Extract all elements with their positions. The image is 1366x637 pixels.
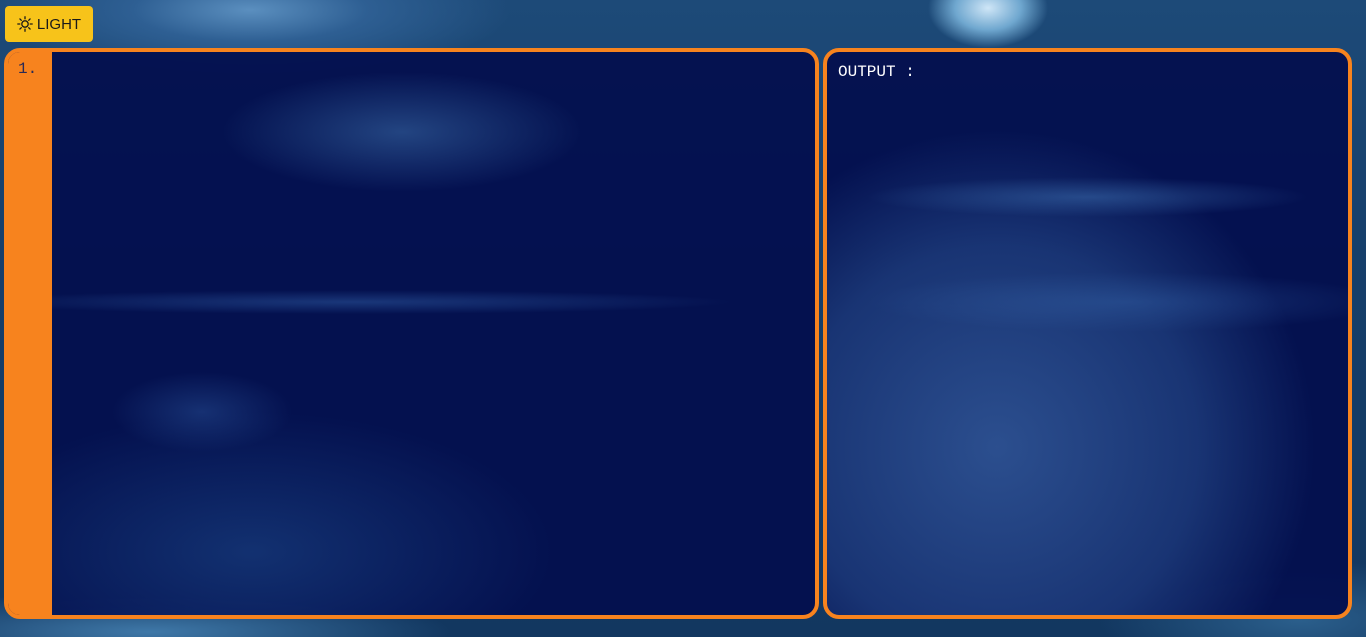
output-label: OUTPUT : [838,63,915,81]
theme-toggle-button[interactable]: LIGHT [5,6,93,42]
output-panel: OUTPUT : [823,48,1352,619]
code-area [52,52,815,615]
sun-icon [17,16,33,32]
theme-toggle-label: LIGHT [36,15,82,33]
code-editor-panel: 1. [4,48,819,619]
code-input[interactable] [52,52,815,615]
line-number-gutter: 1. [8,52,52,615]
line-number: 1. [18,60,38,78]
